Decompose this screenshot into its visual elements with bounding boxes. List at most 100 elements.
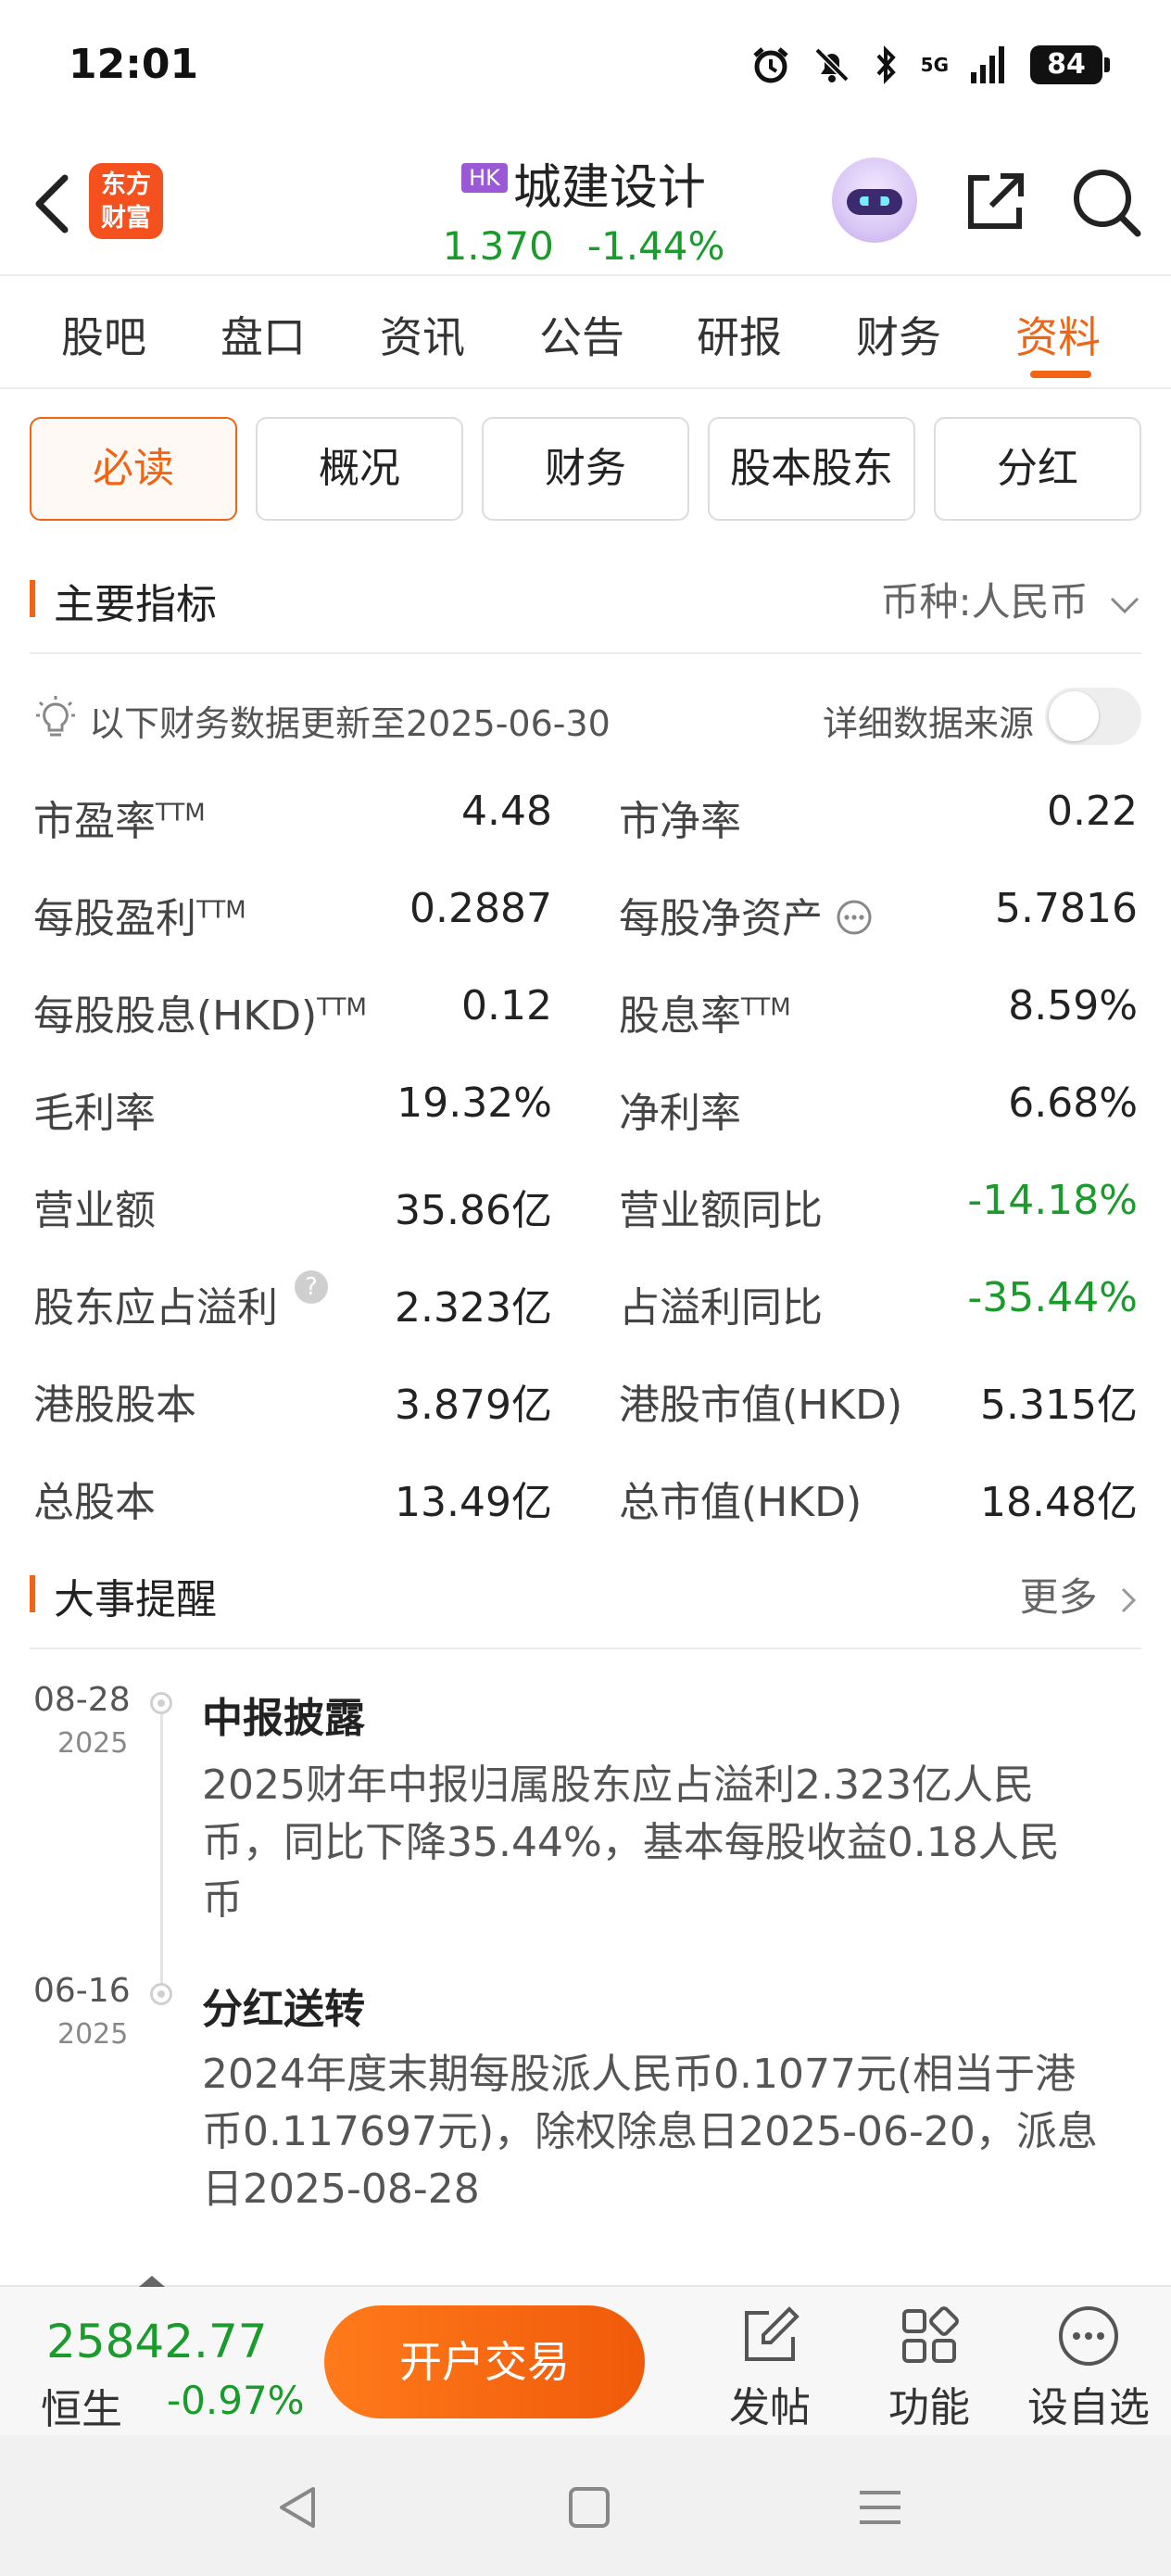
share-icon[interactable] [958,165,1032,239]
subtab-overview[interactable]: 概况 [256,417,463,521]
metric-gross-margin: 毛利率 19.32% [33,1065,552,1139]
subtab-shareholders[interactable]: 股本股东 [708,417,915,521]
add-watchlist-button[interactable]: 设自选 [1019,2296,1158,2435]
functions-button[interactable]: 功能 [860,2296,999,2435]
nav-back-icon[interactable] [261,2470,335,2544]
currency-label: 币种:人民币 [880,579,1089,625]
tabs-divider [0,387,1171,389]
metric-value: 13.49亿 [395,1479,552,1526]
event-description[interactable]: 2025财年中报归属股东应占溢利2.323亿人民 币，同比下降35.44%，基本… [202,1757,1138,1929]
event-desc-line: 日2025-08-28 [202,2166,480,2213]
logo-line-1: 东方 [101,170,151,199]
subtab-finance[interactable]: 财务 [482,417,689,521]
more-events-link[interactable]: 更多 [1020,1566,1141,1623]
open-account-button[interactable]: 开户交易 [324,2305,645,2418]
metric-pb: 市净率 0.22 [619,773,1138,847]
search-icon[interactable] [1067,163,1145,241]
metric-value: 6.68% [1008,1080,1138,1127]
metric-net-margin: 净利率 6.68% [619,1065,1138,1139]
metric-profit-yoy: 占溢利同比 -35.44% [619,1259,1138,1333]
index-name: 恒生 [41,2386,122,2433]
tab-research[interactable]: 研报 [697,304,782,365]
signal-icon [971,46,1004,83]
main-tabs: 股吧 盘口 资讯 公告 研报 财务 资料 [0,276,1171,387]
post-button[interactable]: 发帖 [700,2296,839,2435]
tab-financials[interactable]: 财务 [856,304,941,365]
event-title[interactable]: 分红送转 [202,1976,365,2035]
metric-value: 18.48亿 [980,1479,1138,1526]
metric-value: 0.2887 [409,885,552,932]
chevron-down-icon [1110,597,1140,613]
data-source-toggle[interactable] [1045,688,1141,745]
event-year: 2025 [57,2018,129,2051]
subtab-must-read[interactable]: 必读 [30,417,237,521]
more-info-icon[interactable] [836,899,873,936]
tab-guba[interactable]: 股吧 [61,304,146,365]
metric-value: 2.323亿 [395,1284,552,1332]
data-source-label: 详细数据来源 [822,703,1034,744]
stock-header: 东方 财富 HK 城建设计 1.370 -1.44% [0,139,1171,274]
metric-value: 5.7816 [995,885,1138,932]
event-year: 2025 [57,1727,129,1760]
active-tab-indicator [1030,371,1091,378]
metric-hk-market-cap: 港股市值(HKD) 5.315亿 [619,1357,1138,1431]
index-value[interactable]: 25842.77 [46,2315,268,2368]
metric-value: 0.12 [461,982,552,1029]
sub-tabs: 必读 概况 财务 股本股东 分红 [30,417,1141,521]
event-title[interactable]: 中报披露 [202,1685,365,1744]
subtab-dividends[interactable]: 分红 [934,417,1141,521]
metric-label: 股息率TTM [619,992,791,1040]
metric-value: 35.86亿 [395,1187,552,1234]
metric-label: 占溢利同比 [619,1284,823,1332]
metric-label: 净利率 [619,1090,741,1137]
metric-label: 每股股息(HKD)TTM [33,992,367,1040]
mute-icon [814,47,850,82]
section-accent-bar [30,1575,35,1612]
help-icon[interactable]: ? [295,1270,328,1304]
status-time: 12:01 [69,41,199,88]
timeline-dot [150,1983,172,2005]
metric-value: 8.59% [1008,982,1138,1029]
metric-label: 总股本 [33,1479,156,1526]
metric-value: -35.44% [967,1274,1138,1321]
logo-line-2: 财富 [101,204,151,233]
chevron-right-icon [1121,1587,1137,1612]
battery-indicator: 84 [1030,45,1110,84]
watchlist-label: 设自选 [1027,2384,1150,2431]
section-accent-bar [30,580,35,617]
metric-label: 每股盈利TTM [33,895,246,942]
event-date: 06-16 [33,1972,131,2010]
event-description[interactable]: 2024年度末期每股派人民币0.1077元(相当于港 币0.117697元)，除… [202,2046,1138,2218]
metric-eps: 每股盈利TTM 0.2887 [33,870,552,944]
edit-icon [745,2306,800,2361]
nav-menu-icon[interactable] [843,2470,917,2544]
tab-announcements[interactable]: 公告 [539,304,624,365]
event-desc-line: 币，同比下降35.44%，基本每股收益0.18人民 [202,1819,1060,1866]
back-arrow-icon[interactable] [24,167,80,241]
metric-value: -14.18% [967,1177,1138,1224]
ai-assistant-icon[interactable] [832,158,917,243]
event-desc-line: 2025财年中报归属股东应占溢利2.323亿人民 [202,1762,1034,1809]
expand-caret-icon[interactable] [139,2276,165,2287]
metric-bvps: 每股净资产 5.7816 [619,870,1138,944]
metric-label: 港股股本 [33,1382,196,1429]
events-header: 大事提醒 更多 [30,1557,1141,1631]
currency-selector[interactable]: 币种:人民币 [880,571,1141,627]
metric-label: 市盈率TTM [33,798,206,845]
metric-dividend-yield: 股息率TTM 8.59% [619,967,1138,1042]
tab-news[interactable]: 资讯 [380,304,465,365]
section-title: 主要指标 [54,581,217,628]
main-indicators-header: 主要指标 币种:人民币 [30,562,1141,636]
event-desc-line: 币0.117697元)，除权除息日2025-06-20，派息 [202,2108,1098,2155]
section-title: 大事提醒 [54,1576,217,1623]
more-label: 更多 [1019,1574,1098,1620]
tab-profile[interactable]: 资料 [1015,304,1101,365]
tab-pankou[interactable]: 盘口 [220,304,306,365]
event-desc-line: 币 [202,1876,243,1924]
nav-home-icon[interactable] [552,2470,626,2544]
market-badge: HK [461,162,508,193]
metric-hk-shares: 港股股本 3.879亿 [33,1357,552,1431]
event-desc-line: 2024年度末期每股派人民币0.1077元(相当于港 [202,2051,1077,2098]
app-logo[interactable]: 东方 财富 [89,163,163,239]
stock-change: -1.44% [586,223,725,269]
